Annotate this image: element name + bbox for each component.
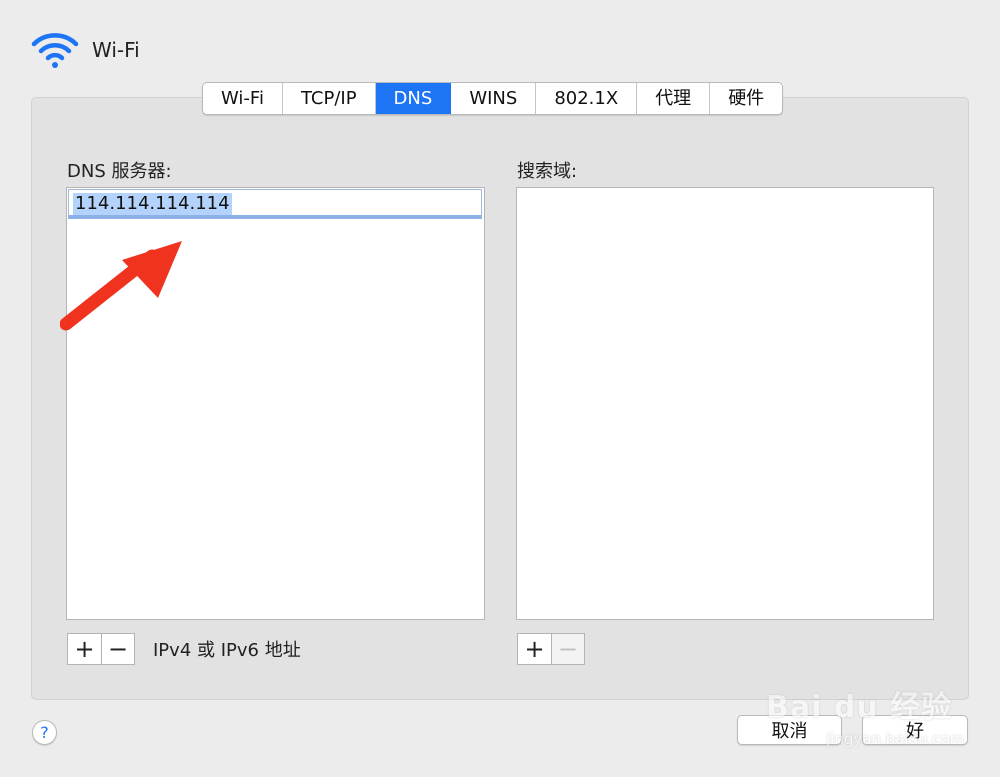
search-remove-button: − <box>551 634 584 664</box>
dns-server-value[interactable]: 114.114.114.114 <box>73 193 232 215</box>
help-button[interactable]: ? <box>32 720 57 745</box>
watermark: Bai du 经验 jingyan.baidu.com <box>760 660 964 760</box>
search-domains-list[interactable] <box>516 187 934 620</box>
dns-server-row[interactable]: 114.114.114.114 <box>68 189 482 219</box>
tab-proxy[interactable]: 代理 <box>637 83 711 114</box>
tab-wifi[interactable]: Wi-Fi <box>203 83 283 114</box>
window-title: Wi-Fi <box>92 38 140 62</box>
window-header: Wi-Fi <box>30 28 140 72</box>
watermark-main: Bai du 经验 <box>766 690 953 725</box>
annotation-arrow-icon <box>60 241 182 331</box>
dns-servers-label: DNS 服务器: <box>67 161 172 182</box>
dns-add-remove-group: + − <box>67 633 135 665</box>
tab-dns[interactable]: DNS <box>375 83 452 114</box>
search-add-remove-group: + − <box>517 633 585 665</box>
tab-bar: Wi-Fi TCP/IP DNS WINS 802.1X 代理 硬件 <box>202 82 784 115</box>
tab-8021x[interactable]: 802.1X <box>536 83 638 114</box>
search-domains-label: 搜索域: <box>517 161 578 182</box>
dns-address-hint: IPv4 或 IPv6 地址 <box>153 640 301 661</box>
tab-wins[interactable]: WINS <box>451 83 537 114</box>
dns-remove-button[interactable]: − <box>101 634 134 664</box>
tab-hardware[interactable]: 硬件 <box>710 83 782 114</box>
watermark-sub: jingyan.baidu.com <box>826 730 965 748</box>
wifi-icon <box>31 33 79 68</box>
dns-add-button[interactable]: + <box>68 634 101 664</box>
tab-tcpip[interactable]: TCP/IP <box>283 83 376 114</box>
search-add-button[interactable]: + <box>518 634 551 664</box>
